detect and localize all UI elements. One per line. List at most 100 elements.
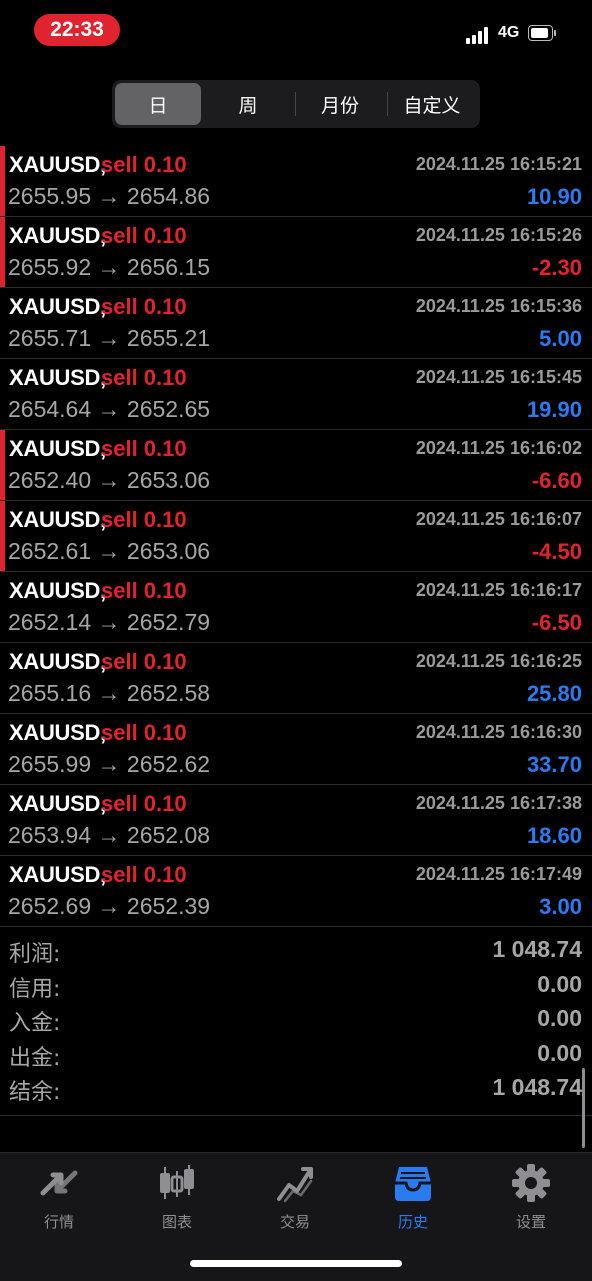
trade-symbol: XAUUSD,	[9, 294, 106, 319]
tab-settings[interactable]: 设置	[472, 1163, 590, 1233]
trade-profit: -4.50	[531, 539, 582, 564]
trade-datetime: 2024.11.25 16:16:07	[415, 509, 582, 529]
period-tab-day[interactable]: 日	[115, 83, 201, 125]
trade-prices: 2655.92 → 2656.15	[8, 254, 211, 280]
trade-side: sell 0.10	[101, 649, 187, 674]
trade-row[interactable]: XAUUSD, sell 0.10 2653.94 → 2652.08 2024.11…	[0, 785, 592, 856]
account-summary: 利润: 1 048.74 信用: 0.00 入金: 0.00 出金: 0.00 结余: 1 048…	[0, 936, 592, 1116]
trade-symbol: XAUUSD,	[9, 720, 106, 745]
tab-chart[interactable]: 图表	[118, 1163, 236, 1233]
segment-divider	[387, 92, 388, 116]
trade-symbol: XAUUSD,	[9, 436, 106, 461]
trade-prices: 2652.61 → 2653.06	[8, 538, 211, 564]
summary-row: 信用: 0.00	[0, 971, 592, 1006]
trade-datetime: 2024.11.25 16:15:36	[415, 296, 582, 316]
status-bar: 22:33 4G	[0, 0, 592, 64]
summary-label: 入金:	[9, 1011, 61, 1036]
trade-prices: 2654.64 → 2652.65	[8, 396, 211, 422]
tab-label: 交易	[279, 1213, 310, 1231]
network-type: 4G	[498, 24, 520, 41]
summary-row: 出金: 0.00	[0, 1040, 592, 1075]
period-tab-week[interactable]: 周	[205, 83, 291, 125]
chart-icon	[160, 1165, 194, 1199]
period-tab-custom[interactable]: 自定义	[389, 83, 475, 125]
trade-side: sell 0.10	[101, 578, 187, 603]
tab-quotes[interactable]: 行情	[0, 1163, 118, 1233]
trade-datetime: 2024.11.25 16:17:49	[415, 864, 582, 884]
tab-label: 设置	[515, 1213, 546, 1231]
summary-label: 信用:	[9, 976, 61, 1002]
trade-prices: 2652.40 → 2653.06	[8, 467, 211, 493]
summary-value: 1 048.74	[492, 936, 582, 962]
trade-side: sell 0.10	[101, 152, 187, 177]
trade-profit: 18.60	[526, 823, 582, 848]
trade-symbol: XAUUSD,	[9, 365, 106, 390]
summary-label: 出金:	[9, 1045, 61, 1071]
trade-side: sell 0.10	[101, 294, 187, 319]
trade-row[interactable]: XAUUSD, sell 0.10 2654.64 → 2652.65 2024.11…	[0, 359, 592, 430]
trade-profit: 25.80	[526, 681, 582, 706]
trade-row[interactable]: XAUUSD, sell 0.10 2655.92 → 2656.15 2024.11…	[0, 217, 592, 288]
trade-profit: -2.30	[531, 255, 582, 280]
trade-row[interactable]: XAUUSD, sell 0.10 2652.69 → 2652.39 2024.11…	[0, 856, 592, 927]
trade-prices: 2655.99 → 2652.62	[8, 751, 211, 777]
summary-row: 入金: 0.00	[0, 1005, 592, 1040]
trade-prices: 2655.95 → 2654.86	[8, 183, 211, 209]
trade-symbol: XAUUSD,	[9, 152, 106, 177]
trade-profit: -6.50	[531, 610, 582, 635]
tab-label: 历史	[397, 1213, 428, 1231]
trade-symbol: XAUUSD,	[9, 223, 106, 248]
trade-datetime: 2024.11.25 16:16:17	[415, 580, 582, 600]
trade-row[interactable]: XAUUSD, sell 0.10 2652.14 → 2652.79 2024.11…	[0, 572, 592, 643]
trade-row[interactable]: XAUUSD, sell 0.10 2655.16 → 2652.58 2024.11…	[0, 643, 592, 714]
summary-value: 0.00	[537, 970, 582, 997]
trade-row[interactable]: XAUUSD, sell 0.10 2652.40 → 2653.06 2024.11…	[0, 430, 592, 501]
trade-row[interactable]: XAUUSD, sell 0.10 2652.61 → 2653.06 2024.11…	[0, 501, 592, 572]
trade-profit: 33.70	[526, 752, 582, 777]
summary-value: 1 048.74	[492, 1074, 582, 1100]
trade-prices: 2655.71 → 2655.21	[8, 325, 211, 351]
summary-value: 0.00	[537, 1005, 582, 1031]
segment-divider	[295, 92, 296, 116]
trade-symbol: XAUUSD,	[9, 578, 106, 603]
trade-side: sell 0.10	[101, 365, 187, 390]
trade-prices: 2655.16 → 2652.58	[8, 680, 211, 706]
trade-symbol: XAUUSD,	[9, 791, 106, 816]
history-icon	[395, 1167, 431, 1201]
tab-label: 行情	[43, 1213, 74, 1231]
trade-side: sell 0.10	[101, 791, 187, 816]
trade-symbol: XAUUSD,	[9, 649, 106, 674]
summary-label: 结余:	[9, 1080, 61, 1105]
trade-prices: 2652.14 → 2652.79	[8, 609, 211, 635]
trade-datetime: 2024.11.25 16:17:38	[415, 793, 582, 813]
trade-row[interactable]: XAUUSD, sell 0.10 2655.95 → 2654.86 2024.11…	[0, 146, 592, 217]
tab-trade[interactable]: 交易	[236, 1163, 354, 1233]
trade-datetime: 2024.11.25 16:16:02	[415, 438, 582, 458]
period-segmented-control: 日 周 月份 自定义	[112, 80, 480, 128]
tab-history[interactable]: 历史	[354, 1163, 472, 1233]
status-time: 22:33	[34, 14, 120, 46]
trade-row[interactable]: XAUUSD, sell 0.10 2655.99 → 2652.62 2024.11…	[0, 714, 592, 785]
battery-icon	[528, 25, 556, 41]
trade-prices: 2653.94 → 2652.08	[8, 822, 211, 848]
trade-datetime: 2024.11.25 16:16:30	[415, 722, 582, 742]
trade-profit: -6.60	[531, 468, 582, 493]
trade-row[interactable]: XAUUSD, sell 0.10 2655.71 → 2655.21 2024.11…	[0, 288, 592, 359]
trade-side: sell 0.10	[101, 720, 187, 745]
scrollbar[interactable]	[582, 1068, 585, 1148]
trade-datetime: 2024.11.25 16:16:25	[415, 651, 582, 671]
tab-label: 图表	[161, 1213, 192, 1231]
settings-icon	[512, 1164, 550, 1202]
trade-side: sell 0.10	[101, 862, 187, 887]
trade-symbol: XAUUSD,	[9, 507, 106, 532]
trade-profit: 3.00	[539, 894, 582, 919]
summary-label: 利润:	[9, 942, 61, 967]
trade-history-list: XAUUSD, sell 0.10 2655.95 → 2654.86 2024.11…	[0, 146, 592, 927]
trade-profit: 10.90	[526, 184, 582, 209]
trade-side: sell 0.10	[101, 223, 187, 248]
trade-profit: 19.90	[526, 397, 582, 422]
trade-symbol: XAUUSD,	[9, 862, 106, 887]
trade-profit: 5.00	[539, 326, 582, 351]
period-tab-month[interactable]: 月份	[297, 83, 383, 125]
summary-row: 利润: 1 048.74	[0, 936, 592, 971]
